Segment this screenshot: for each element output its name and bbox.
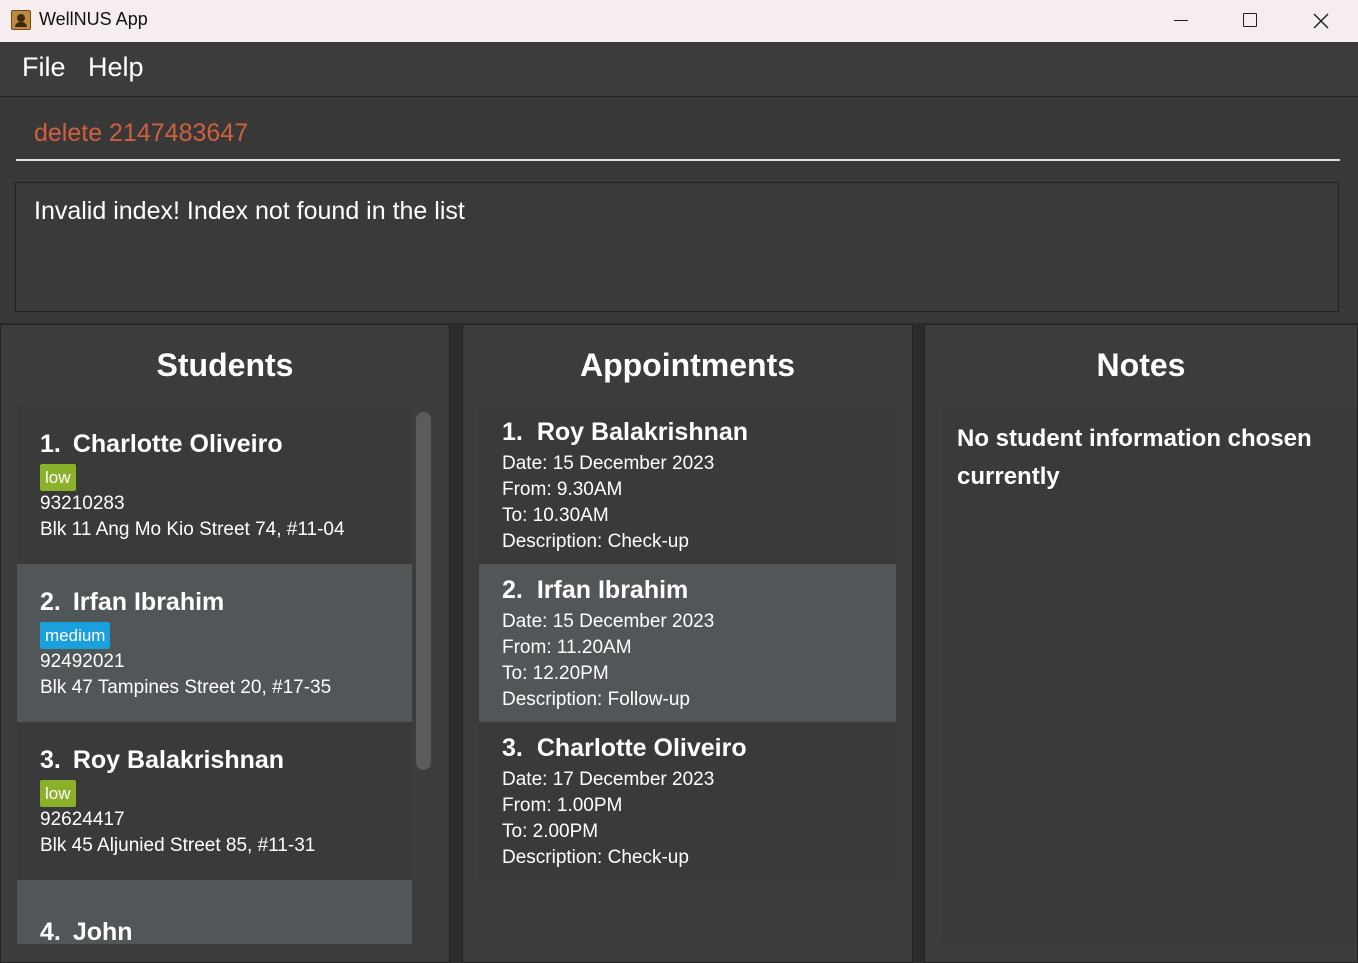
student-name: 2. Irfan Ibrahim bbox=[40, 588, 225, 616]
appointment-from: From: 9.30AM bbox=[502, 479, 623, 500]
close-icon bbox=[1313, 13, 1329, 29]
priority-tag: medium bbox=[40, 622, 111, 649]
appointment-to: To: 10.30AM bbox=[502, 505, 609, 526]
appointment-from: From: 11.20AM bbox=[502, 637, 632, 658]
menu-bar: File Help bbox=[0, 42, 1358, 97]
appointment-date: Date: 15 December 2023 bbox=[502, 611, 715, 632]
command-box: delete 2147483647 bbox=[0, 97, 1358, 175]
command-text: delete 2147483647 bbox=[34, 119, 249, 147]
priority-tag: low bbox=[40, 464, 76, 491]
student-phone: 93210283 bbox=[40, 493, 125, 514]
appointment-card[interactable]: 2. Irfan Ibrahim Date: 15 December 2023 F… bbox=[479, 564, 896, 722]
result-message: Invalid index! Index not found in the li… bbox=[34, 197, 465, 225]
menu-file[interactable]: File bbox=[22, 52, 66, 83]
students-title: Students bbox=[156, 347, 294, 383]
student-card[interactable]: 1. Charlotte Oliveiro low 93210283 Blk 11… bbox=[17, 406, 412, 564]
student-name: 4. John bbox=[40, 918, 133, 946]
result-display[interactable]: Invalid index! Index not found in the li… bbox=[15, 182, 1339, 312]
student-name: 1. Charlotte Oliveiro bbox=[40, 430, 283, 458]
appointments-title: Appointments bbox=[579, 347, 796, 383]
appointment-card[interactable]: 1. Roy Balakrishnan Date: 15 December 202… bbox=[479, 406, 896, 564]
menu-help[interactable]: Help bbox=[88, 52, 144, 83]
window-title: WellNUS App bbox=[39, 9, 148, 29]
maximize-button[interactable] bbox=[1215, 0, 1285, 42]
appointment-date: Date: 15 December 2023 bbox=[502, 453, 715, 474]
appointment-card[interactable]: 3. Charlotte Oliveiro Date: 17 December 2… bbox=[479, 722, 896, 880]
appointment-description: Description: Check-up bbox=[502, 531, 689, 552]
title-bar: WellNUS App bbox=[0, 0, 1358, 42]
student-address: Blk 45 Aljunied Street 85, #11-31 bbox=[40, 835, 316, 856]
student-card[interactable]: 3. Roy Balakrishnan low 92624417 Blk 45 A… bbox=[17, 722, 412, 880]
appointment-from: From: 1.00PM bbox=[502, 795, 623, 816]
notes-box[interactable]: No student information chosen currently bbox=[941, 406, 1357, 942]
appointments-panel: Appointments 1. Roy Balakrishnan Date: 15… bbox=[462, 324, 913, 963]
student-list-scrollbar[interactable] bbox=[416, 412, 431, 770]
students-panel: Students 1. Charlotte Oliveiro low 932102… bbox=[0, 324, 450, 963]
appointment-student-name: 1. Roy Balakrishnan bbox=[502, 418, 749, 446]
appointment-to: To: 12.20PM bbox=[502, 663, 609, 684]
notes-title: Notes bbox=[1096, 347, 1186, 383]
student-name: 3. Roy Balakrishnan bbox=[40, 746, 285, 774]
priority-tag: low bbox=[40, 780, 76, 807]
appointment-to: To: 2.00PM bbox=[502, 821, 599, 842]
student-address: Blk 11 Ang Mo Kio Street 74, #11-04 bbox=[40, 519, 345, 540]
student-phone: 92624417 bbox=[40, 809, 125, 830]
appointment-date: Date: 17 December 2023 bbox=[502, 769, 715, 790]
notes-message: No student information chosen currently bbox=[957, 425, 1312, 490]
appointment-student-name: 3. Charlotte Oliveiro bbox=[502, 734, 747, 762]
student-phone: 92492021 bbox=[40, 651, 125, 672]
appointment-student-name: 2. Irfan Ibrahim bbox=[502, 576, 689, 604]
student-card[interactable]: 4. John bbox=[17, 880, 412, 946]
result-display-container: Invalid index! Index not found in the li… bbox=[0, 175, 1358, 323]
student-address: Blk 47 Tampines Street 20, #17-35 bbox=[40, 677, 332, 698]
command-input[interactable]: delete 2147483647 bbox=[16, 109, 1340, 161]
minimize-button[interactable] bbox=[1146, 0, 1216, 42]
app-icon bbox=[11, 10, 31, 30]
close-button[interactable] bbox=[1286, 0, 1356, 42]
appointment-list[interactable]: 1. Roy Balakrishnan Date: 15 December 202… bbox=[479, 406, 896, 880]
appointment-description: Description: Follow-up bbox=[502, 689, 690, 710]
appointment-description: Description: Check-up bbox=[502, 847, 689, 868]
student-card[interactable]: 2. Irfan Ibrahim medium 92492021 Blk 47 T… bbox=[17, 564, 412, 722]
notes-panel: Notes No student information chosen curr… bbox=[924, 324, 1358, 963]
student-list[interactable]: 1. Charlotte Oliveiro low 93210283 Blk 11… bbox=[17, 406, 412, 946]
